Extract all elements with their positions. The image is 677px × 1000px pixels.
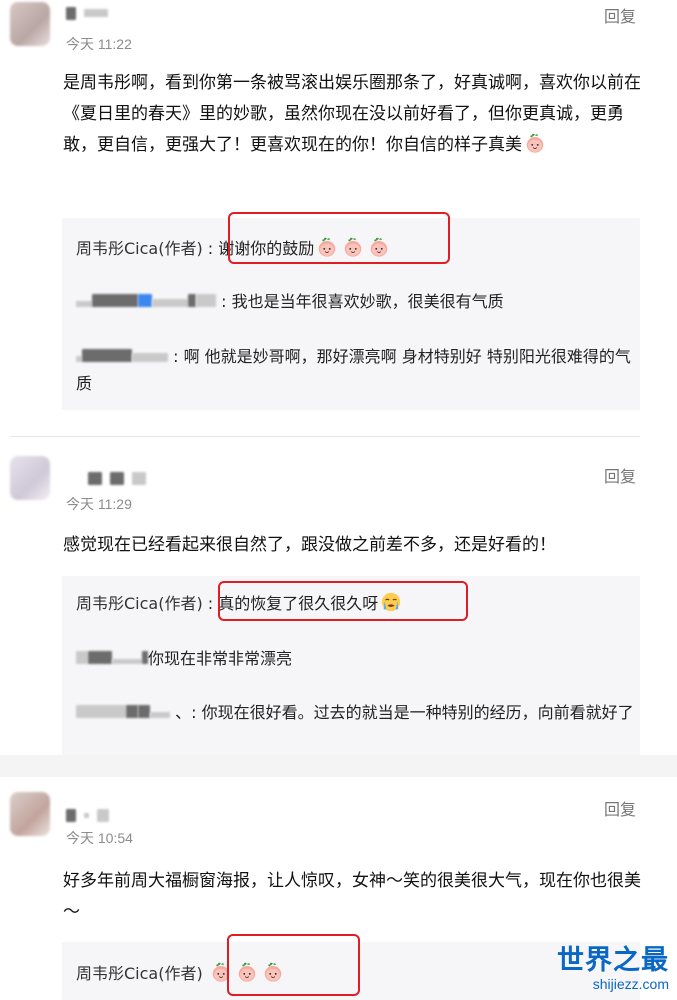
comment-2: 今天 11:29 回复 感觉现在已经看起来很自然了，跟没做之前差不多，还是好看的…: [0, 450, 677, 756]
reply-thread: 周韦彤Cica(作者) : 谢谢你的鼓励 : 我也是当年很喜欢妙歌，很美很有气质…: [62, 212, 640, 410]
comment-time: 今天 10:54: [66, 830, 133, 846]
comment-1: 今天 11:22 回复 是周韦彤啊，看到你第一条被骂滚出娱乐圈那条了，好真诚啊，…: [0, 0, 677, 430]
watermark: 世界之最 shijiezz.com: [557, 945, 669, 993]
reply-item[interactable]: : 啊 他就是妙哥啊，那好漂亮啊 身材特别好 特别阳光很难得的气质: [76, 343, 636, 397]
watermark-cn: 世界之最: [557, 945, 669, 976]
reply-thread: 周韦彤Cica(作者): [62, 934, 640, 1000]
reply-thread: 周韦彤Cica(作者) : 真的恢复了很久很久呀 你现在非常非常漂亮 、: 你现…: [62, 576, 640, 756]
reply-text: 真的恢复了很久很久呀: [218, 594, 379, 613]
author-reply[interactable]: 周韦彤Cica(作者): [76, 960, 636, 987]
comment-text: 好多年前周大福橱窗海报，让人惊叹，女神～笑的很美很大气，现在你也很美～: [63, 871, 641, 922]
reply-item[interactable]: 、: 你现在很好看。过去的就当是一种特别的经历，向前看就好了: [76, 699, 636, 726]
comment-text: 感觉现在已经看起来很自然了，跟没做之前差不多，还是好看的！: [63, 535, 556, 555]
avatar[interactable]: [10, 792, 50, 836]
peach-emoji-icon: [368, 236, 390, 258]
peach-emoji-icon: [524, 132, 546, 154]
avatar[interactable]: [10, 2, 50, 46]
author-reply[interactable]: 周韦彤Cica(作者) : 谢谢你的鼓励: [76, 235, 636, 262]
reply-button[interactable]: 回复: [604, 796, 636, 820]
reply-button[interactable]: 回复: [604, 463, 636, 487]
username-redacted[interactable]: [88, 469, 146, 487]
comment-time: 今天 11:22: [66, 36, 132, 52]
reply-text: 你现在很好看。过去的就当是一种特别的经历，向前看就好了: [201, 703, 634, 722]
reply-item[interactable]: 你现在非常非常漂亮: [76, 645, 636, 672]
reply-text: 我也是当年很喜欢妙歌，很美很有气质: [231, 292, 504, 311]
reply-item[interactable]: : 我也是当年很喜欢妙歌，很美很有气质: [76, 288, 636, 315]
comment-time: 今天 11:29: [66, 496, 132, 512]
section-gap: [0, 755, 677, 777]
divider: [10, 436, 640, 437]
reply-text: 谢谢你的鼓励: [218, 239, 315, 258]
peach-emoji-icon: [342, 236, 364, 258]
reply-button[interactable]: 回复: [604, 3, 636, 27]
peach-emoji-icon: [262, 961, 284, 983]
author-name[interactable]: 周韦彤Cica(作者): [76, 594, 203, 613]
crying-face-icon: [380, 591, 402, 613]
author-name[interactable]: 周韦彤Cica(作者): [76, 239, 203, 258]
peach-emoji-icon: [236, 961, 258, 983]
author-reply[interactable]: 周韦彤Cica(作者) : 真的恢复了很久很久呀: [76, 590, 636, 617]
peach-emoji-icon: [316, 236, 338, 258]
peach-emoji-icon: [210, 961, 232, 983]
author-name[interactable]: 周韦彤Cica(作者): [76, 964, 203, 983]
reply-text: 你现在非常非常漂亮: [148, 649, 293, 668]
comment-text: 是周韦彤啊，看到你第一条被骂滚出娱乐圈那条了，好真诚啊，喜欢你以前在《夏日里的春…: [63, 73, 641, 155]
username-redacted[interactable]: [66, 806, 109, 824]
watermark-en: shijiezz.com: [592, 976, 669, 992]
avatar[interactable]: [10, 456, 50, 500]
username-redacted[interactable]: [66, 4, 108, 22]
